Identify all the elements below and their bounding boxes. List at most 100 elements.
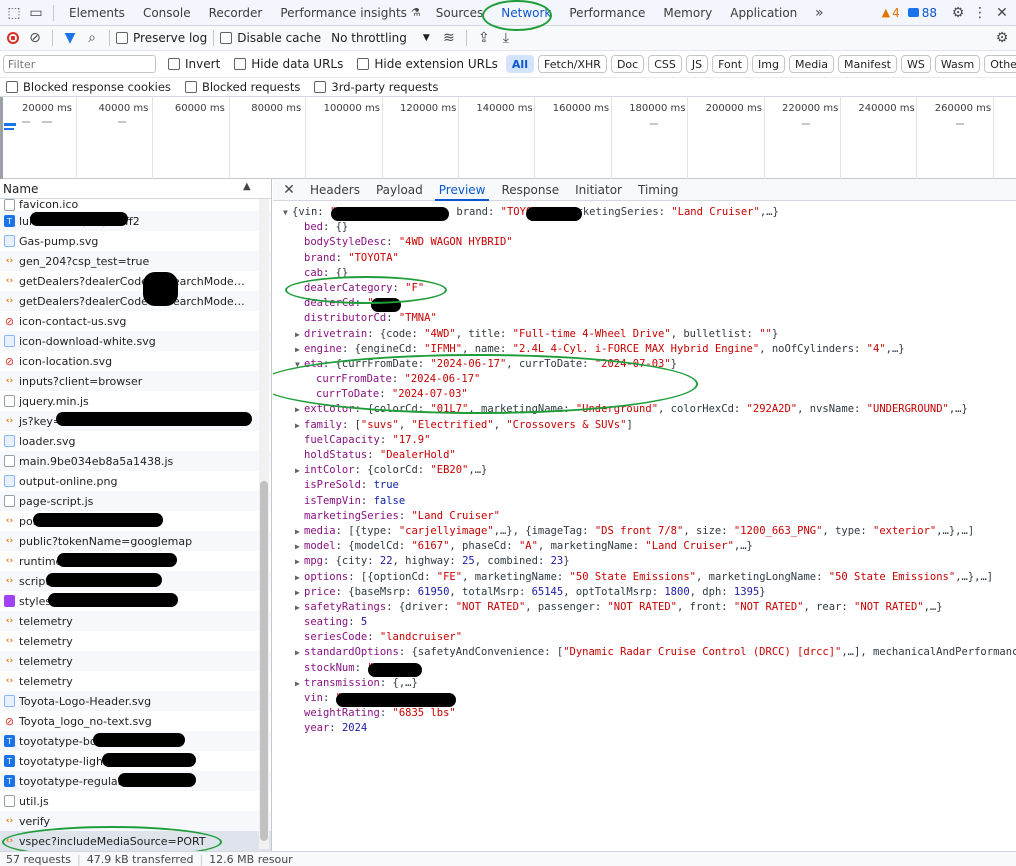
more-tabs-icon[interactable]: » [808, 2, 830, 24]
third-party-checkbox[interactable]: 3rd-party requests [314, 80, 438, 94]
request-row[interactable]: ‹› verify [0, 811, 271, 831]
close-detail-icon[interactable]: ✕ [278, 179, 300, 201]
request-row[interactable]: ‹› telemetry [0, 611, 271, 631]
request-row[interactable]: ‹› telemetry [0, 651, 271, 671]
collapsed-triangle-icon[interactable]: ▶ [295, 524, 304, 539]
detail-tab-preview[interactable]: Preview [431, 179, 494, 201]
request-row[interactable]: ‹› vspec?includeMediaSource=PORT [0, 831, 271, 851]
collapsed-triangle-icon[interactable]: ▶ [295, 539, 304, 554]
request-row[interactable]: ‹› getDealers?dealerCode= xsearchMode… [0, 291, 271, 311]
json-property-line[interactable]: ▶ engine: {engineCd: "IFMH", name: "2.4L … [273, 342, 1016, 357]
json-property-line[interactable]: ▶ intColor: {colorCd: "EB20",…} [273, 463, 1016, 478]
inspect-element-icon[interactable]: ⬚ [3, 2, 25, 24]
collapsed-triangle-icon[interactable]: ▶ [295, 676, 304, 691]
filter-type-css[interactable]: CSS [648, 55, 682, 73]
detail-tab-payload[interactable]: Payload [368, 179, 431, 201]
filter-type-media[interactable]: Media [789, 55, 835, 73]
request-row[interactable]: util.js [0, 791, 271, 811]
disable-cache-checkbox[interactable]: Disable cache [220, 31, 321, 45]
overview-selection-start[interactable] [0, 97, 3, 179]
tab-console[interactable]: Console [134, 0, 200, 26]
request-row[interactable]: ‹› public?tokenName=googlemap [0, 531, 271, 551]
filter-type-manifest[interactable]: Manifest [838, 55, 897, 73]
preserve-log-checkbox[interactable]: Preserve log [116, 31, 207, 45]
request-row[interactable]: page-script.js [0, 491, 271, 511]
filter-type-js[interactable]: JS [685, 55, 709, 73]
json-property-line[interactable]: ▶ safetyRatings: {driver: "NOT RATED", pa… [273, 600, 1016, 615]
request-row[interactable]: loader.svg [0, 431, 271, 451]
request-row[interactable]: icon-download-white.svg [0, 331, 271, 351]
device-toolbar-icon[interactable]: ▭ [25, 2, 47, 24]
scrollbar-thumb[interactable] [260, 481, 268, 841]
json-property-line[interactable]: ▶ transmission: {,…} [273, 676, 1016, 691]
request-row[interactable]: Toyota-Logo-Header.svg [0, 691, 271, 711]
blocked-requests-checkbox[interactable]: Blocked requests [184, 80, 300, 94]
filter-type-fetch-xhr[interactable]: Fetch/XHR [537, 55, 607, 73]
tab-elements[interactable]: Elements [60, 0, 134, 26]
json-property-line[interactable]: ▶ standardOptions: {safetyAndConvenience:… [273, 645, 1016, 660]
request-row[interactable]: main.9be034eb8a5a1438.js [0, 451, 271, 471]
hide-data-urls-checkbox[interactable]: Hide data URLs [234, 57, 343, 71]
filter-type-ws[interactable]: WS [901, 55, 931, 73]
tab-performance-insights[interactable]: Performance insights [271, 0, 411, 26]
json-property-line[interactable]: ▶ mpg: {city: 22, highway: 25, combined: … [273, 554, 1016, 569]
record-stop-icon[interactable] [2, 27, 24, 49]
collapsed-triangle-icon[interactable]: ▶ [295, 327, 304, 342]
filter-type-font[interactable]: Font [712, 55, 749, 73]
issues-counter[interactable]: 88 [907, 6, 937, 20]
json-property-line[interactable]: ▶ media: [{type: "carjellyimage",…}, {ima… [273, 524, 1016, 539]
detail-tab-timing[interactable]: Timing [630, 179, 687, 201]
collapsed-triangle-icon[interactable]: ▶ [295, 418, 304, 433]
collapsed-triangle-icon[interactable]: ▶ [295, 600, 304, 615]
collapsed-triangle-icon[interactable]: ▶ [295, 554, 304, 569]
collapsed-triangle-icon[interactable]: ▶ [295, 402, 304, 417]
filter-type-all[interactable]: All [505, 55, 534, 73]
request-row[interactable]: output-online.png [0, 471, 271, 491]
warnings-counter[interactable]: ▲ 4 [882, 6, 900, 20]
filter-type-doc[interactable]: Doc [610, 55, 645, 73]
hide-extension-urls-checkbox[interactable]: Hide extension URLs [357, 57, 498, 71]
name-column-header[interactable]: Name ▲ [0, 179, 271, 199]
more-options-icon[interactable]: ⋮ [969, 2, 991, 24]
expanded-triangle-icon[interactable]: ▼ [295, 357, 304, 372]
request-row[interactable]: ‹› inputs?client=browser [0, 371, 271, 391]
tab-memory[interactable]: Memory [654, 0, 721, 26]
close-devtools-icon[interactable]: ✕ [991, 2, 1013, 24]
filter-input[interactable] [3, 55, 156, 73]
json-property-line[interactable]: ▶ drivetrain: {code: "4WD", title: "Full-… [273, 327, 1016, 342]
settings-gear-icon[interactable]: ⚙ [947, 2, 969, 24]
json-property-line[interactable]: ▶ price: {baseMsrp: 61950, totalMsrp: 651… [273, 585, 1016, 600]
request-row[interactable]: ‹› getDealers?dealerCode= xsearchMode… [0, 271, 271, 291]
request-row[interactable]: ⊘ icon-contact-us.svg [0, 311, 271, 331]
collapsed-triangle-icon[interactable]: ▶ [295, 342, 304, 357]
blocked-cookies-checkbox[interactable]: Blocked response cookies [6, 80, 171, 94]
invert-checkbox[interactable]: Invert [168, 57, 220, 71]
detail-tab-headers[interactable]: Headers [302, 179, 368, 201]
request-row[interactable]: Gas-pump.svg [0, 231, 271, 251]
tab-recorder[interactable]: Recorder [200, 0, 272, 26]
tab-application[interactable]: Application [721, 0, 806, 26]
import-har-icon[interactable]: ⇪ [473, 27, 495, 49]
request-row[interactable]: ⊘ icon-location.svg [0, 351, 271, 371]
request-list-scrollbar[interactable] [259, 199, 269, 849]
json-property-line[interactable]: ▶ extColor: {colorCd: "01L7", marketingNa… [273, 402, 1016, 417]
request-row[interactable]: ‹› gen_204?csp_test=true [0, 251, 271, 271]
expanded-triangle-icon[interactable]: ▼ [283, 205, 292, 220]
collapsed-triangle-icon[interactable]: ▶ [295, 463, 304, 478]
tab-performance[interactable]: Performance [560, 0, 654, 26]
collapsed-triangle-icon[interactable]: ▶ [295, 585, 304, 600]
filter-type-wasm[interactable]: Wasm [934, 55, 981, 73]
network-conditions-icon[interactable]: ≋ [438, 27, 460, 49]
json-property-line[interactable]: ▶ family: ["suvs", "Electrified", "Crosso… [273, 418, 1016, 433]
collapsed-triangle-icon[interactable]: ▶ [295, 645, 304, 660]
tab-network[interactable]: Network [492, 0, 560, 26]
throttling-select[interactable]: No throttling ▼ [331, 31, 430, 45]
network-settings-gear-icon[interactable]: ⚙ [991, 27, 1013, 49]
filter-type-other[interactable]: Other [984, 55, 1016, 73]
detail-tab-response[interactable]: Response [493, 179, 567, 201]
tab-sources[interactable]: Sources [427, 0, 492, 26]
export-har-icon[interactable]: ⤓ [495, 27, 517, 49]
json-property-line[interactable]: ▶ options: [{optionCd: "FE", marketingNam… [273, 570, 1016, 585]
filter-funnel-icon[interactable]: ▼ [59, 27, 81, 49]
json-property-line[interactable]: ▼ eta: {currFromDate: "2024-06-17", currT… [273, 357, 1016, 372]
